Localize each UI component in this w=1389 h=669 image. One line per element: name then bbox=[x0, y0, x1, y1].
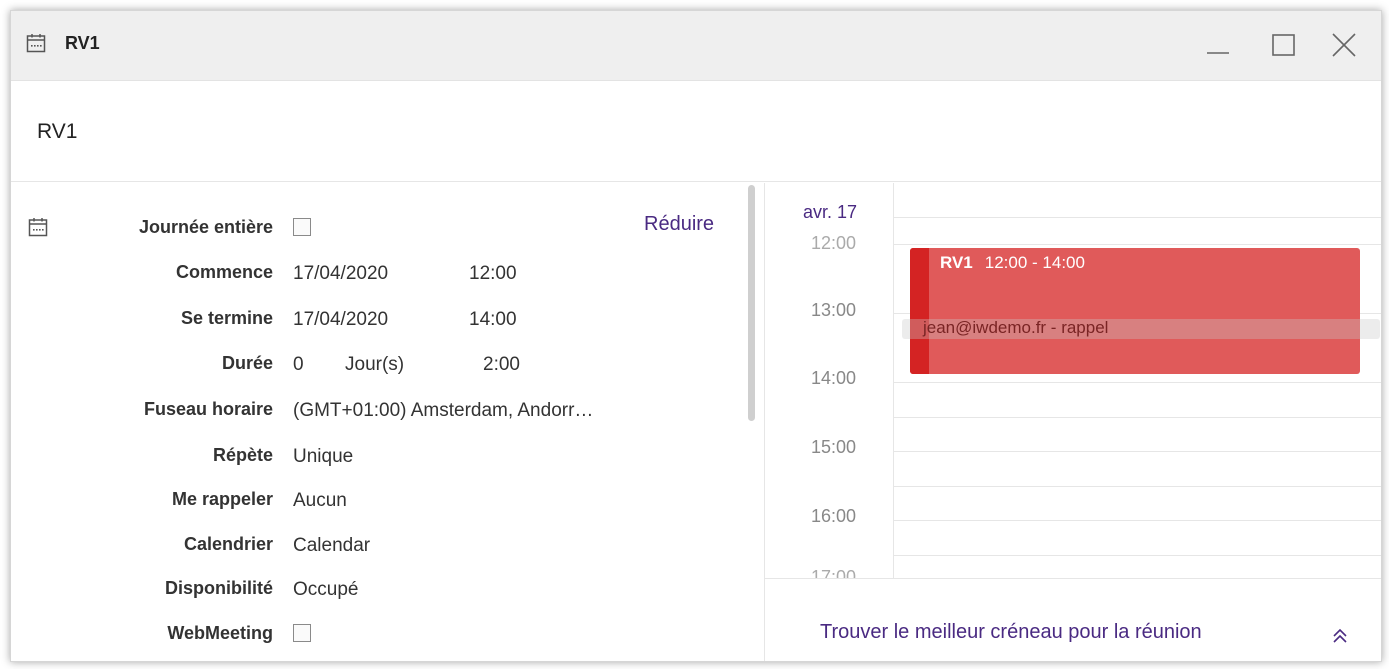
subject-area: RV1 bbox=[11, 82, 1381, 182]
event-block[interactable]: RV1 12:00 - 14:00 bbox=[910, 248, 1360, 374]
close-button[interactable] bbox=[1327, 28, 1361, 62]
form-scrollbar[interactable] bbox=[748, 185, 755, 421]
grid-line bbox=[893, 244, 1381, 245]
grid-line bbox=[893, 417, 1381, 418]
time-label: 15:00 bbox=[811, 437, 857, 457]
repeat-select[interactable]: Unique bbox=[293, 446, 353, 468]
time-label: 16:00 bbox=[811, 506, 857, 526]
duration-days-field[interactable]: 0 bbox=[293, 354, 304, 376]
appointment-window: RV1 RV1 Réduire Journée entière Commence… bbox=[10, 10, 1382, 662]
maximize-icon bbox=[1272, 34, 1295, 56]
chevron-double-up-icon[interactable] bbox=[1331, 627, 1349, 645]
timezone-row: Fuseau horaire (GMT+01:00) Amsterdam, An… bbox=[11, 399, 741, 427]
webmeeting-checkbox[interactable] bbox=[293, 624, 311, 642]
time-label: 17:00 bbox=[811, 567, 857, 578]
webmeeting-label: WebMeeting bbox=[167, 623, 273, 643]
maximize-button[interactable] bbox=[1267, 28, 1301, 62]
grid-line bbox=[893, 382, 1381, 383]
webmeeting-row: WebMeeting bbox=[11, 623, 741, 651]
day-view-grid[interactable]: 12:00 avr. 17 13:00 14:00 15:00 16:00 17… bbox=[765, 183, 1381, 578]
find-best-slot-link[interactable]: Trouver le meilleur créneau pour la réun… bbox=[820, 621, 1202, 644]
grid-line bbox=[893, 520, 1381, 521]
details-form: Réduire Journée entière Commence 17/04/2… bbox=[11, 183, 763, 661]
end-time-field[interactable]: 14:00 bbox=[469, 309, 517, 331]
time-label: 13:00 bbox=[811, 300, 857, 320]
duration-days-unit: Jour(s) bbox=[345, 354, 405, 375]
start-label: Commence bbox=[175, 262, 273, 282]
end-date-field[interactable]: 17/04/2020 bbox=[293, 309, 388, 331]
minimize-button[interactable] bbox=[1201, 28, 1235, 62]
end-label: Se termine bbox=[180, 308, 273, 328]
repeat-row: Répète Unique bbox=[11, 445, 741, 473]
timezone-label: Fuseau horaire bbox=[143, 399, 273, 419]
grid-line bbox=[893, 555, 1381, 556]
reminder-select[interactable]: Aucun bbox=[293, 490, 347, 512]
event-reminder-text: jean@iwdemo.fr - rappel bbox=[923, 318, 1109, 337]
availability-select[interactable]: Occupé bbox=[293, 579, 358, 601]
event-time-range: 12:00 - 14:00 bbox=[984, 253, 1085, 272]
grid-line bbox=[893, 451, 1381, 452]
grid-line bbox=[893, 486, 1381, 487]
calendar-icon bbox=[26, 34, 46, 53]
all-day-row: Journée entière bbox=[11, 217, 741, 245]
duration-label: Durée bbox=[221, 353, 273, 373]
day-header: avr. 17 bbox=[803, 202, 862, 223]
start-date-field[interactable]: 17/04/2020 bbox=[293, 263, 388, 285]
window-title: RV1 bbox=[65, 33, 100, 53]
start-row: Commence 17/04/2020 12:00 bbox=[11, 262, 741, 290]
availability-label: Disponibilité bbox=[165, 578, 273, 598]
timezone-select[interactable]: (GMT+01:00) Amsterdam, Andorr… bbox=[293, 400, 593, 422]
divider bbox=[765, 578, 1381, 579]
start-time-field[interactable]: 12:00 bbox=[469, 263, 517, 285]
event-name: RV1 bbox=[940, 253, 973, 272]
duration-row: Durée 0 Jour(s) 2:00 bbox=[11, 353, 741, 381]
close-icon bbox=[1332, 33, 1356, 57]
event-title: RV1 12:00 - 14:00 bbox=[940, 253, 1085, 273]
all-day-label: Journée entière bbox=[138, 217, 273, 237]
calendar-select[interactable]: Calendar bbox=[293, 535, 370, 557]
repeat-label: Répète bbox=[212, 445, 273, 465]
subject-field[interactable]: RV1 bbox=[37, 120, 77, 144]
minimize-icon bbox=[1207, 52, 1229, 54]
calendar-row: Calendrier Calendar bbox=[11, 534, 741, 562]
grid-line bbox=[893, 217, 1381, 218]
duration-time-field[interactable]: 2:00 bbox=[483, 354, 520, 376]
reminder-row: Me rappeler Aucun bbox=[11, 489, 741, 517]
event-color-bar bbox=[910, 248, 929, 374]
calendar-label: Calendrier bbox=[183, 534, 273, 554]
title-bar: RV1 bbox=[11, 11, 1381, 81]
time-column-divider bbox=[893, 183, 894, 578]
reminder-label: Me rappeler bbox=[171, 489, 273, 509]
end-row: Se termine 17/04/2020 14:00 bbox=[11, 308, 741, 336]
all-day-checkbox[interactable] bbox=[293, 218, 311, 236]
calendar-preview: 12:00 avr. 17 13:00 14:00 15:00 16:00 17… bbox=[764, 183, 1381, 661]
time-label: 12:00 bbox=[811, 233, 857, 253]
time-label: 14:00 bbox=[811, 368, 857, 388]
availability-row: Disponibilité Occupé bbox=[11, 578, 741, 606]
